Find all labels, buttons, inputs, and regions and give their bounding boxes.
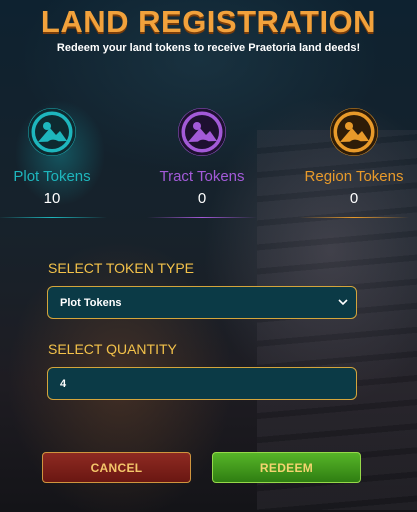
quantity-value: 4	[60, 377, 67, 390]
plot-token-icon	[28, 108, 76, 156]
redeem-button-label: REDEEM	[259, 460, 314, 475]
page-subtitle: Redeem your land tokens to receive Praet…	[56, 42, 361, 54]
quantity-input[interactable]: 4	[47, 367, 357, 400]
token-card-tract: Tract Tokens 0	[132, 108, 272, 218]
plot-token-divider	[0, 217, 107, 218]
tract-token-count: 0	[197, 190, 207, 207]
region-token-count: 0	[349, 190, 359, 207]
region-token-icon	[330, 108, 378, 156]
quantity-label: SELECT QUANTITY	[48, 341, 177, 357]
token-type-select[interactable]: Plot Tokens	[47, 286, 357, 319]
region-token-label: Region Tokens	[304, 168, 404, 185]
tract-token-icon	[178, 108, 226, 156]
redeem-button[interactable]: REDEEM	[212, 452, 361, 483]
token-card-region: Region Tokens 0	[284, 108, 417, 218]
token-type-value: Plot Tokens	[60, 296, 122, 309]
plot-token-count: 10	[43, 190, 61, 207]
token-type-label: SELECT TOKEN TYPE	[48, 260, 195, 276]
page-title: LAND REGISTRATION	[40, 4, 377, 39]
chevron-down-icon	[338, 299, 348, 306]
cancel-button-label: CANCEL	[90, 460, 143, 475]
plot-token-label: Plot Tokens	[13, 168, 91, 185]
token-card-plot: Plot Tokens 10	[0, 108, 122, 218]
tract-token-divider	[147, 217, 257, 218]
cancel-button[interactable]: CANCEL	[42, 452, 191, 483]
tract-token-label: Tract Tokens	[159, 168, 245, 185]
region-token-divider	[299, 217, 409, 218]
